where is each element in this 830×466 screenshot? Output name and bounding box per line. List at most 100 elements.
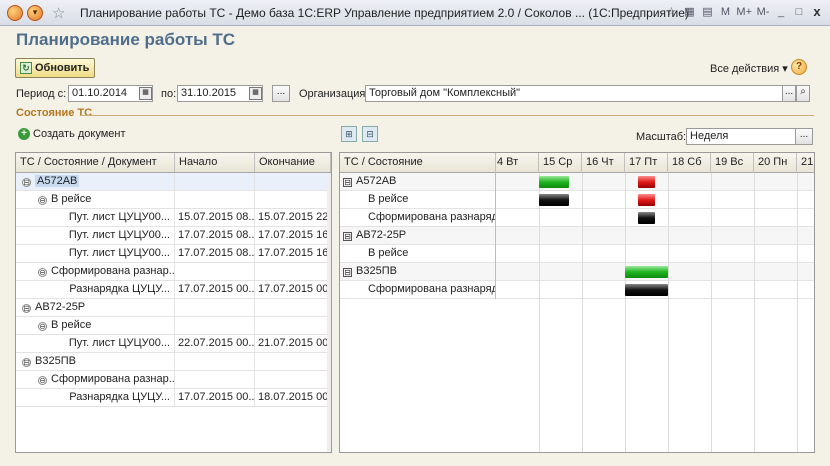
calendar-icon[interactable]: ▦: [249, 87, 262, 100]
memory-minus-button[interactable]: M-: [756, 6, 770, 18]
table-row[interactable]: Пут. лист ЦУЦУ00... 17.07.2015 08... 17.07…: [16, 245, 331, 263]
gantt-day-gridline: [582, 173, 583, 452]
gantt-day-header: 16 Чт: [582, 153, 625, 173]
row-label: Разнарядка ЦУЦУ...: [69, 283, 170, 295]
cell-name: ⊟ A572AB: [16, 173, 175, 190]
collapse-group-icon[interactable]: ⊟: [343, 268, 352, 277]
window-controls: ☆ ▦ ▤ M M+ M- _ □ x: [664, 4, 824, 19]
scale-select-button[interactable]: ...: [795, 128, 813, 145]
table-row[interactable]: Пут. лист ЦУЦУ00... 22.07.2015 00... 21.07…: [16, 335, 331, 353]
collapse-group-icon[interactable]: ⊟: [343, 232, 352, 241]
row-label: Разнарядка ЦУЦУ...: [69, 391, 170, 403]
gantt-bar[interactable]: [539, 194, 570, 206]
favorite-star-icon[interactable]: ☆: [52, 4, 65, 22]
gantt-bar[interactable]: [637, 212, 656, 224]
app-logo-icon[interactable]: [7, 5, 23, 21]
cell-name: ⊖ В рейсе: [16, 191, 175, 208]
memory-plus-button[interactable]: M+: [736, 6, 752, 18]
cell-name: Пут. лист ЦУЦУ00...: [16, 227, 175, 244]
gantt-row[interactable]: Сформирована разнарядка: [340, 281, 814, 299]
history-icon[interactable]: ☆: [664, 5, 678, 18]
gantt-row-text: B325ПВ: [356, 265, 397, 277]
cell-start: [175, 371, 255, 388]
gantt-day-header: 20 Пн: [754, 153, 797, 173]
gantt-row[interactable]: ⊟ A572AB: [340, 173, 814, 191]
gantt-row-label: ⊟ A572AB: [340, 173, 496, 191]
calc-icon[interactable]: ▤: [700, 5, 714, 18]
collapse-group-icon[interactable]: ⊟: [22, 304, 31, 313]
collapse-group-icon[interactable]: ⊟: [343, 178, 352, 187]
row-label: В рейсе: [51, 319, 92, 331]
gantt-row[interactable]: В рейсе: [340, 191, 814, 209]
gantt-bar[interactable]: [539, 176, 570, 188]
table-row[interactable]: Пут. лист ЦУЦУ00... 17.07.2015 08... 17.07…: [16, 227, 331, 245]
create-document-button[interactable]: + Создать документ: [18, 128, 126, 140]
gantt-row[interactable]: ⊟ B325ПВ: [340, 263, 814, 281]
gantt-row[interactable]: Сформирована разнарядка: [340, 209, 814, 227]
table-row[interactable]: Разнарядка ЦУЦУ... 17.07.2015 00... 17.07.…: [16, 281, 331, 299]
all-actions-menu[interactable]: Все действия ▾: [710, 62, 788, 75]
organization-select-button[interactable]: ...: [782, 85, 796, 102]
gantt-row-text: Сформирована разнарядка: [368, 283, 496, 295]
column-header-vehicle[interactable]: ТС / Состояние / Документ: [16, 153, 175, 172]
table-row[interactable]: Пут. лист ЦУЦУ00... 15.07.2015 08... 15.07…: [16, 209, 331, 227]
calendar-icon[interactable]: ▦: [139, 87, 152, 100]
gantt-bar[interactable]: [625, 284, 668, 296]
table-row[interactable]: ⊟ B325ПВ: [16, 353, 331, 371]
column-header-start[interactable]: Начало: [175, 153, 255, 172]
gantt-header: ТС / Состояние 4 Вт 15 Ср 16 Чт 17 Пт 18 Сб 1…: [340, 153, 814, 173]
collapse-group-icon[interactable]: ⊟: [22, 358, 31, 367]
cell-end: [255, 317, 331, 334]
table-row[interactable]: ⊖ Сформирована разнар...: [16, 263, 331, 281]
column-header-end[interactable]: Окончание: [255, 153, 331, 172]
gantt-row-text: В рейсе: [368, 247, 409, 259]
gantt-row[interactable]: В рейсе: [340, 245, 814, 263]
scale-field[interactable]: Неделя: [686, 128, 796, 145]
collapse-all-icon[interactable]: ⊟: [362, 126, 378, 142]
table-row[interactable]: Разнарядка ЦУЦУ... 17.07.2015 00... 18.07.…: [16, 389, 331, 407]
cell-name: ⊟ AB72-25P: [16, 299, 175, 316]
gantt-row-label: В рейсе: [340, 191, 496, 209]
gantt-bar[interactable]: [625, 266, 668, 278]
cell-name: Пут. лист ЦУЦУ00...: [16, 335, 175, 352]
calendar-icon[interactable]: ▦: [682, 5, 696, 18]
collapse-subgroup-icon[interactable]: ⊖: [38, 268, 47, 277]
table-row[interactable]: ⊖ В рейсе: [16, 191, 331, 209]
collapse-subgroup-icon[interactable]: ⊖: [38, 322, 47, 331]
cell-start: 17.07.2015 00...: [175, 389, 255, 406]
table-row[interactable]: ⊟ AB72-25P: [16, 299, 331, 317]
refresh-button[interactable]: ↻ Обновить: [15, 58, 95, 78]
organization-open-icon[interactable]: ⌕: [796, 85, 810, 102]
gantt-name-header: ТС / Состояние: [340, 153, 496, 173]
collapse-subgroup-icon[interactable]: ⊖: [38, 196, 47, 205]
expand-all-icon[interactable]: ⊞: [341, 126, 357, 142]
gantt-row[interactable]: ⊟ AB72-25P: [340, 227, 814, 245]
gantt-row-text: Сформирована разнарядка: [368, 211, 496, 223]
cell-start: [175, 263, 255, 280]
period-select-button[interactable]: ...: [272, 85, 290, 102]
window-title: Планирование работы ТС - Демо база 1С:ER…: [80, 6, 689, 20]
collapse-subgroup-icon[interactable]: ⊖: [38, 376, 47, 385]
period-from-label: Период с:: [16, 88, 67, 100]
gantt-day-gridline: [797, 173, 798, 452]
collapse-group-icon[interactable]: ⊟: [22, 178, 31, 187]
gantt-bar[interactable]: [637, 176, 656, 188]
table-row[interactable]: ⊟ A572AB: [16, 173, 331, 191]
cell-end: [255, 173, 331, 190]
menu-dropdown-icon[interactable]: ▾: [27, 5, 43, 21]
table-row[interactable]: ⊖ В рейсе: [16, 317, 331, 335]
table-header: ТС / Состояние / Документ Начало Окончан…: [16, 153, 331, 173]
gantt-row-text: AB72-25P: [356, 229, 407, 241]
minimize-button[interactable]: _: [774, 6, 788, 18]
close-button[interactable]: x: [810, 4, 824, 19]
organization-field[interactable]: Торговый дом "Комплексный": [365, 85, 785, 102]
table-row[interactable]: ⊖ Сформирована разнар...: [16, 371, 331, 389]
vertical-scrollbar[interactable]: [327, 173, 331, 452]
memory-m-button[interactable]: M: [718, 6, 732, 18]
help-button[interactable]: ?: [791, 59, 807, 75]
cell-name: ⊖ Сформирована разнар...: [16, 371, 175, 388]
cell-name: Разнарядка ЦУЦУ...: [16, 389, 175, 406]
maximize-button[interactable]: □: [792, 6, 806, 18]
gantt-bar[interactable]: [637, 194, 656, 206]
gantt-row-text: A572AB: [356, 175, 397, 187]
